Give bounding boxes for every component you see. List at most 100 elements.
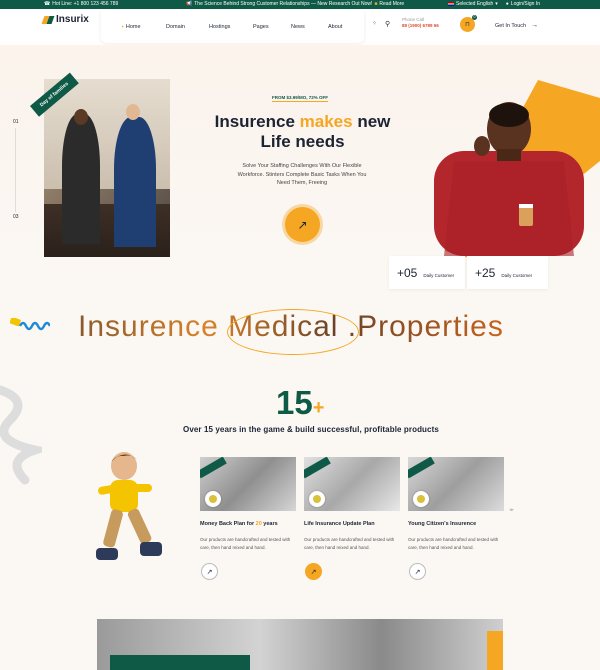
man-hand bbox=[474, 136, 490, 156]
price-tag: FROM $3.99/MO, 72% OFF bbox=[272, 95, 329, 102]
card-ribbon bbox=[200, 457, 227, 479]
cart-count: 0 bbox=[472, 15, 477, 20]
card-arrow-button[interactable]: ↗ bbox=[201, 563, 218, 580]
man-shirt-shade bbox=[444, 161, 574, 256]
login-label: Login/Sign In bbox=[510, 1, 540, 7]
specialty-tag bbox=[487, 631, 503, 670]
nav-label: About bbox=[328, 24, 343, 30]
shield-check-icon bbox=[413, 491, 429, 507]
nav-label: Domain bbox=[166, 24, 185, 30]
phone-contact[interactable]: Phone Call 88 (1900) 6789 56 bbox=[402, 17, 439, 29]
slide-progress bbox=[15, 128, 16, 212]
card-arrow-button[interactable]: ↗ bbox=[409, 563, 426, 580]
nav-label: Home bbox=[125, 24, 141, 30]
language-label: Selected English bbox=[456, 1, 494, 7]
slide-number-current[interactable]: 01 bbox=[13, 119, 19, 125]
stat-box-1: +05 Daily Customer bbox=[389, 256, 465, 289]
photo-person-right bbox=[114, 117, 156, 247]
title-post: new bbox=[352, 112, 391, 131]
bottom-green-panel bbox=[110, 655, 250, 670]
chevron-down-icon: ▾ bbox=[495, 0, 498, 7]
bag-icon: ⊓ bbox=[465, 22, 470, 28]
card-title[interactable]: Life Insurance Update Plan bbox=[304, 521, 375, 527]
login-link[interactable]: ● Login/Sign In bbox=[506, 1, 540, 7]
nav-item-domain[interactable]: Domain bbox=[166, 24, 185, 30]
slide-number-last[interactable]: 03 bbox=[13, 214, 19, 220]
experience-number: 15+ bbox=[276, 384, 324, 422]
marquee-highlight-oval bbox=[227, 309, 359, 355]
card-description: Our products are handcrafted and tested … bbox=[408, 537, 499, 550]
hero-arrow-button[interactable]: ↗ bbox=[285, 207, 320, 242]
phone-icon: ☎ bbox=[44, 0, 51, 7]
read-more-link[interactable]: Read More bbox=[379, 1, 404, 7]
scribble-decoration bbox=[0, 385, 42, 485]
card-description: Our products are handcrafted and tested … bbox=[304, 537, 395, 550]
hero-man-photo bbox=[434, 102, 584, 256]
title-pre: Insurence bbox=[214, 112, 300, 131]
card-title-pre: Young Citizen's Insurence bbox=[408, 521, 477, 527]
carousel-next-icon[interactable]: ◂▸ bbox=[509, 507, 514, 513]
arrow-up-right-icon: ↗ bbox=[206, 568, 213, 576]
spring-decoration-icon bbox=[10, 318, 50, 331]
photo-person-left bbox=[62, 114, 100, 244]
card-arrow-button[interactable]: ↗ bbox=[305, 563, 322, 580]
arrow-up-right-icon: ↗ bbox=[297, 217, 308, 232]
logo-mark-icon bbox=[43, 15, 53, 25]
nav-item-about[interactable]: About bbox=[328, 24, 342, 30]
shield-icon bbox=[309, 491, 325, 507]
card-title-pre: Money Back Plan for bbox=[200, 521, 256, 527]
card-title-post: years bbox=[261, 521, 278, 527]
card-title[interactable]: Money Back Plan for 20 years bbox=[200, 521, 278, 527]
stat-value: +05 bbox=[397, 265, 418, 280]
stat-value: +25 bbox=[475, 265, 496, 280]
arrow-right-icon: → bbox=[531, 22, 539, 29]
man-hair bbox=[489, 103, 529, 127]
arrow-up-right-icon: ↗ bbox=[310, 568, 317, 576]
arrow-up-right-icon: ↗ bbox=[414, 568, 421, 576]
hot-icon: ■ bbox=[374, 0, 378, 7]
hero-title: Insurence makes new Life needs bbox=[200, 112, 405, 152]
main-nav: ✦ Home Domain Hostings Pages News About bbox=[101, 10, 364, 43]
card-ribbon bbox=[408, 457, 435, 479]
cartoon-character bbox=[96, 452, 162, 560]
hotline[interactable]: ☎ Hot Line: +1 800 123 456 789 bbox=[44, 1, 118, 7]
hotline-text: Hot Line: +1 800 123 456 789 bbox=[52, 1, 119, 7]
grid-menu-icon[interactable]: ⁘ bbox=[372, 20, 377, 28]
nav-item-news[interactable]: News bbox=[291, 24, 305, 30]
card-title-pre: Life Insurance Update Plan bbox=[304, 521, 375, 527]
title-line2: Life needs bbox=[260, 132, 345, 151]
cta-label: Get In Touch bbox=[495, 22, 527, 29]
hero-description: Solve Your Staffing Challenges With Our … bbox=[237, 163, 367, 186]
nav-item-hostings[interactable]: Hostings bbox=[209, 24, 230, 30]
experience-plus: + bbox=[312, 397, 325, 419]
cart-button[interactable]: ⊓ 0 bbox=[460, 15, 477, 32]
hero-handshake-photo bbox=[44, 79, 170, 257]
nav-label: Pages bbox=[253, 24, 269, 30]
phone-number: 88 (1900) 6789 56 bbox=[402, 23, 439, 28]
search-icon[interactable]: ⚲ bbox=[385, 20, 390, 28]
user-icon: ● bbox=[505, 0, 509, 7]
nav-item-pages[interactable]: Pages bbox=[253, 24, 269, 30]
flag-icon bbox=[448, 2, 454, 6]
nav-label: News bbox=[291, 24, 305, 30]
nav-item-home[interactable]: ✦ Home bbox=[121, 24, 141, 30]
stat-label: Daily Customer bbox=[423, 273, 455, 278]
coin-icon bbox=[205, 491, 221, 507]
top-bar: ☎ Hot Line: +1 800 123 456 789 📢 The Sci… bbox=[0, 0, 600, 9]
stat-box-2: +25 Daily Customer bbox=[467, 256, 548, 289]
logo[interactable]: Insurix bbox=[43, 14, 89, 25]
title-highlight: makes bbox=[299, 112, 353, 131]
get-in-touch-button[interactable]: Get In Touch → bbox=[495, 22, 538, 29]
language-select[interactable]: Selected English ▾ bbox=[448, 1, 498, 7]
experience-value: 15 bbox=[276, 384, 313, 421]
logo-text: Insurix bbox=[56, 14, 89, 25]
experience-caption: Over 15 years in the game & build succes… bbox=[183, 425, 439, 434]
photo-head-left bbox=[74, 109, 88, 125]
card-title[interactable]: Young Citizen's Insurence bbox=[408, 521, 476, 527]
man-neck bbox=[497, 149, 521, 161]
nav-label: Hostings bbox=[209, 24, 231, 30]
card-ribbon bbox=[304, 457, 331, 479]
coffee-lid bbox=[519, 204, 533, 208]
news-text: The Science Behind Strong Customer Relat… bbox=[194, 1, 373, 7]
card-description: Our products are handcrafted and tested … bbox=[200, 537, 291, 550]
